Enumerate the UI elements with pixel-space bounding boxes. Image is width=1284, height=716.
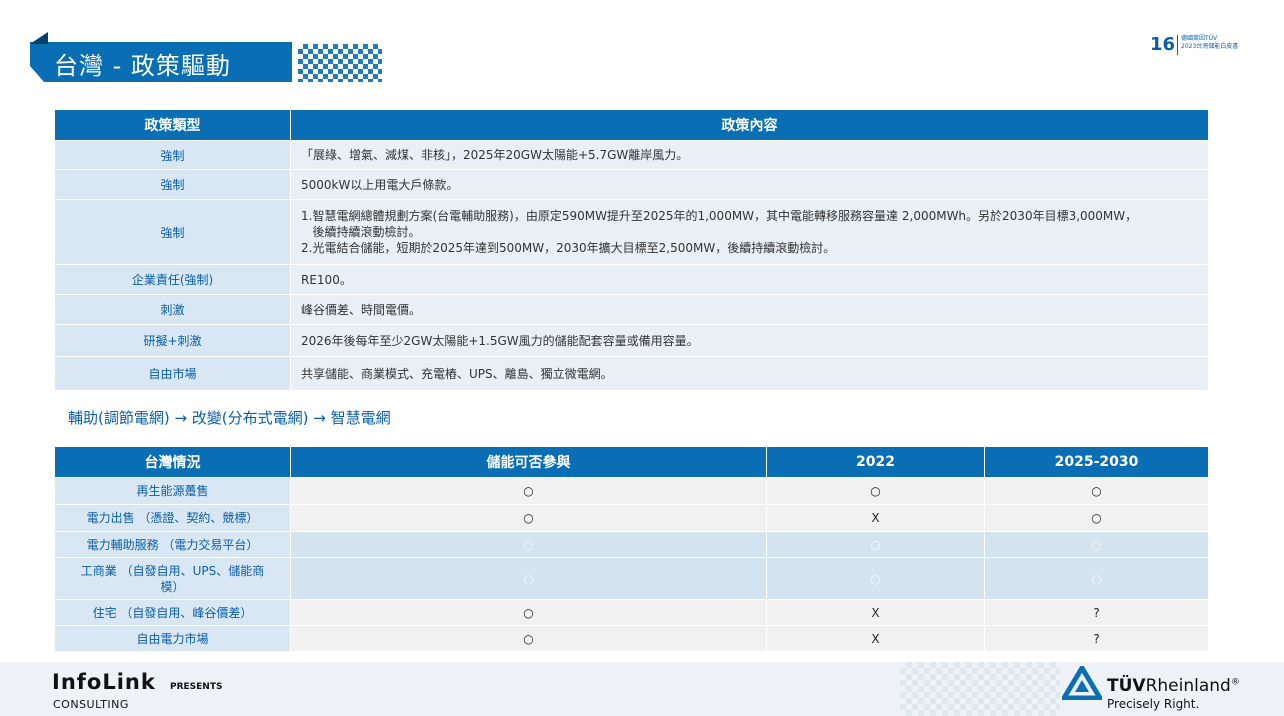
- participation-cell: ○: [290, 504, 767, 532]
- cell-2022: ○: [766, 531, 985, 558]
- table-row: 電力出售 （憑證、契約、競標） ○ X ○: [54, 504, 1209, 532]
- participation-cell: ○: [290, 599, 767, 626]
- table-row: 電力輔助服務 （電力交易平台） ○ ○ ○: [54, 531, 1209, 558]
- page-meta-line1: 德國萊因TÜV: [1181, 35, 1218, 42]
- header-participation: 儲能可否參與: [290, 446, 767, 478]
- cell-2022: ○: [766, 557, 985, 600]
- policy-content-line: 1.智慧電網總體規劃方案(台電輔助服務)，由原定590MW提升至2025年的1,…: [301, 209, 1138, 223]
- table-row: 再生能源躉售 ○ ○ ○: [54, 477, 1209, 505]
- cell-2025-2030: ○: [984, 557, 1209, 600]
- header-2022: 2022: [766, 446, 985, 478]
- table-row: 自由市場 共享儲能、商業模式、充電樁、UPS、離島、獨立微電網。: [54, 356, 1209, 391]
- header-policy-content: 政策內容: [290, 109, 1209, 141]
- situation-cell: 自由電力市場: [54, 625, 291, 652]
- cell-2025-2030: ○: [984, 504, 1209, 532]
- table-row: 強制 1.智慧電網總體規劃方案(台電輔助服務)，由原定590MW提升至2025年…: [54, 199, 1209, 265]
- participation-cell: ○: [290, 531, 767, 558]
- table-row: 刺激 峰谷價差、時間電價。: [54, 294, 1209, 325]
- policy-content-cell: RE100。: [290, 264, 1209, 295]
- participation-cell: ○: [290, 625, 767, 652]
- page-number: 16: [1150, 34, 1176, 55]
- cell-2025-2030: ○: [984, 531, 1209, 558]
- situation-cell: 電力出售 （憑證、契約、競標）: [54, 504, 291, 532]
- policy-type-cell: 刺激: [54, 294, 291, 325]
- table-row: 企業責任(強制) RE100。: [54, 264, 1209, 295]
- situation-table: 台灣情況 儲能可否參與 2022 2025-2030 再生能源躉售 ○ ○ ○ …: [54, 446, 1209, 652]
- situation-cell: 工商業 （自發自用、UPS、儲能商 模）: [54, 557, 291, 600]
- policy-content-line: 2.光電結合儲能，短期於2025年達到500MW，2030年擴大目標至2,500…: [301, 241, 836, 255]
- policy-type-cell: 強制: [54, 140, 291, 170]
- footer-checker-decoration: [900, 662, 1060, 716]
- policy-content-cell: 「展綠、增氣、減煤、非核」，2025年20GW太陽能+5.7GW離岸風力。: [290, 140, 1209, 170]
- situation-cell: 電力輔助服務 （電力交易平台）: [54, 531, 291, 558]
- situation-cell: 再生能源躉售: [54, 477, 291, 505]
- cell-2022: ○: [766, 477, 985, 505]
- checker-decoration: [298, 44, 382, 82]
- cell-2022: X: [766, 504, 985, 532]
- cell-2025-2030: ?: [984, 599, 1209, 626]
- header-policy-type: 政策類型: [54, 109, 291, 141]
- title-banner: 台灣 - 政策驅動: [30, 32, 390, 84]
- infolink-logo: InfoLink: [52, 670, 156, 694]
- tuv-triangle-icon: [1062, 666, 1102, 700]
- situation-line: 工商業 （自發自用、UPS、儲能商: [80, 563, 265, 578]
- tuv-registered: ®: [1230, 677, 1240, 688]
- policy-content-line: 後續持續滾動檢討。: [301, 225, 421, 239]
- cell-2022: X: [766, 599, 985, 626]
- page-number-divider: [1177, 35, 1178, 55]
- situation-line: 模）: [160, 579, 185, 594]
- policy-content-cell: 1.智慧電網總體規劃方案(台電輔助服務)，由原定590MW提升至2025年的1,…: [290, 199, 1209, 265]
- policy-content-cell: 峰谷價差、時間電價。: [290, 294, 1209, 325]
- header-2025-2030: 2025-2030: [984, 446, 1209, 478]
- situation-table-header: 台灣情況 儲能可否參與 2022 2025-2030: [54, 446, 1209, 478]
- policy-type-cell: 企業責任(強制): [54, 264, 291, 295]
- situation-cell: 住宅 （自發自用、峰谷價差）: [54, 599, 291, 626]
- page-title: 台灣 - 政策驅動: [54, 52, 231, 80]
- cell-2022: X: [766, 625, 985, 652]
- consulting-label: CONSULTING: [53, 698, 129, 711]
- policy-type-cell: 自由市場: [54, 356, 291, 391]
- cell-2025-2030: ○: [984, 477, 1209, 505]
- tuv-rest: Rheinland: [1145, 676, 1231, 696]
- page-meta: 德國萊因TÜV 2023台灣儲能白皮書: [1181, 35, 1238, 51]
- policy-content-cell: 2026年後每年至少2GW太陽能+1.5GW風力的儲能配套容量或備用容量。: [290, 324, 1209, 357]
- table-row: 研擬+刺激 2026年後每年至少2GW太陽能+1.5GW風力的儲能配套容量或備用…: [54, 324, 1209, 357]
- table-row: 工商業 （自發自用、UPS、儲能商 模） ○ ○ ○: [54, 557, 1209, 600]
- tuv-tagline: Precisely Right.: [1107, 697, 1200, 711]
- flow-statement: 輔助(調節電網) → 改變(分布式電網) → 智慧電網: [68, 409, 391, 427]
- policy-table-header: 政策類型 政策內容: [54, 109, 1209, 141]
- policy-type-cell: 強制: [54, 169, 291, 200]
- policy-content-cell: 5000kW以上用電大戶條款。: [290, 169, 1209, 200]
- tuv-rheinland-logo: TÜVRheinland®: [1107, 676, 1240, 696]
- cell-2025-2030: ?: [984, 625, 1209, 652]
- policy-content-cell: 共享儲能、商業模式、充電樁、UPS、離島、獨立微電網。: [290, 356, 1209, 391]
- table-row: 強制 「展綠、增氣、減煤、非核」，2025年20GW太陽能+5.7GW離岸風力。: [54, 140, 1209, 170]
- presents-label: PRESENTS: [170, 682, 223, 692]
- participation-cell: ○: [290, 557, 767, 600]
- page-meta-line2: 2023台灣儲能白皮書: [1181, 43, 1239, 50]
- title-banner-notch: [30, 32, 48, 44]
- policy-table: 政策類型 政策內容 強制 「展綠、增氣、減煤、非核」，2025年20GW太陽能+…: [54, 109, 1209, 391]
- tuv-bold: TÜV: [1107, 676, 1146, 696]
- table-row: 強制 5000kW以上用電大戶條款。: [54, 169, 1209, 200]
- policy-type-cell: 強制: [54, 199, 291, 265]
- participation-cell: ○: [290, 477, 767, 505]
- header-situation: 台灣情況: [54, 446, 291, 478]
- table-row: 自由電力市場 ○ X ?: [54, 625, 1209, 652]
- table-row: 住宅 （自發自用、峰谷價差） ○ X ?: [54, 599, 1209, 626]
- policy-type-cell: 研擬+刺激: [54, 324, 291, 357]
